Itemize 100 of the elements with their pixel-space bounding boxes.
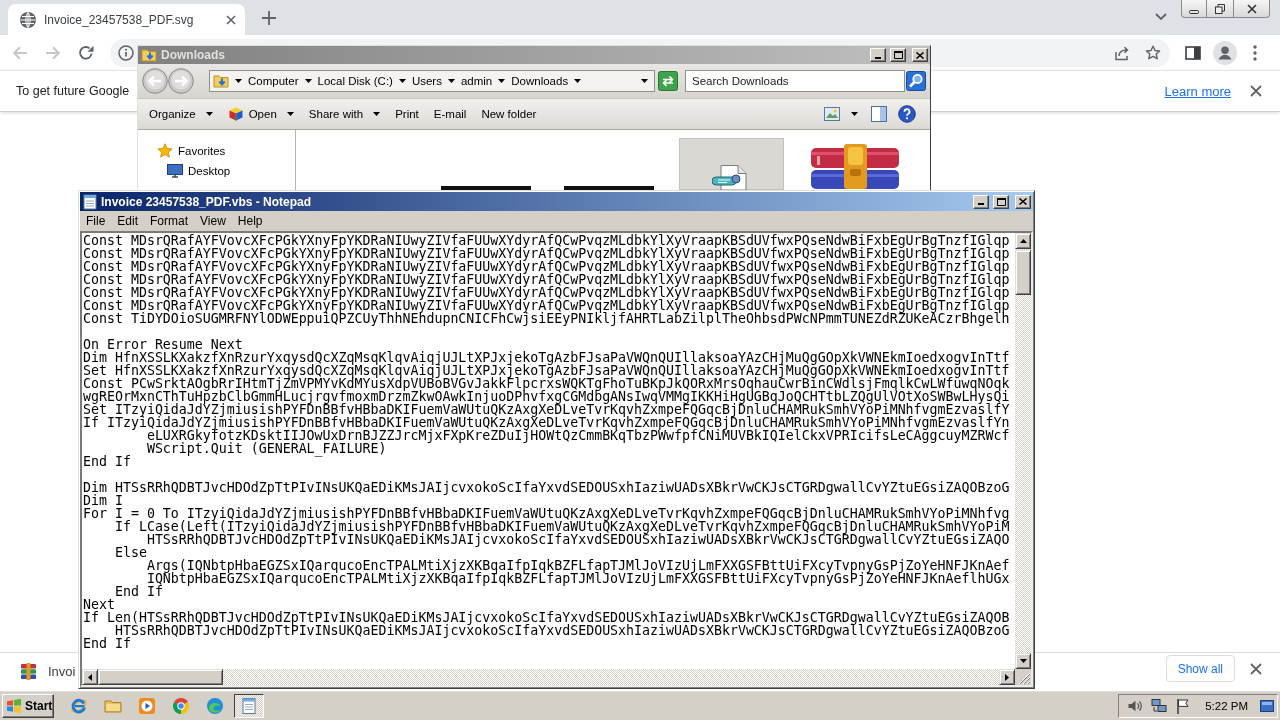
code-line: End If	[83, 637, 131, 650]
browser-tab[interactable]: Invoice_23457538_PDF.svg	[8, 4, 245, 35]
code-line: If Len(HTSsRRhQDBTJvcHDOdZpTtPIvINsUKQaEDiKMsJAIjcvxokoScIfaYxvdSEDOUSxhIaziwUADsXBkrVwCKJsCTGRDgwallCvYZtuEGsiZAQOB	[83, 611, 1010, 624]
restore-icon	[1215, 3, 1225, 14]
restore-button[interactable]	[1207, 0, 1234, 18]
code-line: IQNbtpHbaEGZSxIQarqucoEncTPALMtiXjzXKBqaIfpIqkBZFLfapTJMlJoVIzUjLmFXXGSFBttUiFXcyTvpnyGsPjZoYeHNFJKnAeflhUGx	[145, 572, 1010, 585]
scroll-left-button[interactable]	[82, 669, 98, 685]
reload-icon[interactable]	[78, 44, 94, 61]
download-item[interactable]: Invoi	[20, 663, 76, 680]
clock[interactable]: 5:22 PM	[1205, 699, 1248, 712]
chrome-icon	[172, 696, 190, 715]
breadcrumb-item[interactable]: admin	[460, 75, 493, 87]
window-title: Invoice 23457538_PDF.vbs - Notepad	[101, 194, 312, 209]
search-icon[interactable]	[906, 71, 926, 91]
menu-item[interactable]: Help	[231, 212, 269, 230]
notepad-icon	[240, 696, 258, 715]
star-icon[interactable]	[1145, 44, 1161, 61]
scroll-thumb[interactable]	[1015, 250, 1031, 295]
caret-icon[interactable]	[235, 79, 242, 83]
close-button[interactable]	[1234, 0, 1270, 18]
toolbar-button[interactable]: Share with	[308, 108, 381, 120]
code-line: Args(IQNbtpHbaEGZSxIQarqucoEncTPALMtiXjzXKBqaIfpIqkBZFLfapTJMlJoVIzUjLmFXXGSFBttUiFXcyTvpnyGsPjZoYeHNFJKnAef	[145, 559, 1010, 572]
caret-icon[interactable]	[398, 79, 406, 83]
star-icon	[157, 143, 173, 159]
toolbar-button[interactable]: E-mail	[433, 108, 467, 120]
close-icon	[1246, 3, 1257, 14]
toolbar-button[interactable]: New folder	[481, 108, 537, 120]
flag-icon[interactable]	[1175, 697, 1192, 714]
maximize-button[interactable]	[993, 194, 1009, 209]
start-button[interactable]: Start	[2, 693, 54, 718]
caret-icon[interactable]	[498, 79, 506, 83]
triangle-left-icon	[88, 673, 92, 681]
code-line: HTSsRRhQDBTJvcHDOdZpTtPIvINsUKQaEDiKMsJAIjcvxokoScIfaYxvdSEDOUSxhIaziwUADsXBkrVwCKJsCTGRDgwallCvYZtuEGsiZAQO	[146, 533, 1010, 546]
horizontal-scrollbar[interactable]	[82, 669, 1015, 685]
close-icon[interactable]	[1250, 85, 1262, 97]
breadcrumb-item[interactable]: Downloads	[511, 75, 569, 87]
folder-icon	[213, 73, 229, 89]
caret-icon[interactable]	[641, 79, 648, 83]
chevron-down-icon[interactable]	[1155, 13, 1167, 21]
toolbar-button[interactable]: Print	[395, 108, 419, 120]
side-panel-icon[interactable]	[1185, 44, 1201, 61]
triangle-up-icon	[1019, 239, 1027, 243]
scroll-down-button[interactable]	[1015, 653, 1031, 669]
menu-item[interactable]: View	[194, 212, 232, 230]
close-icon	[1019, 198, 1027, 205]
cube-icon	[227, 106, 244, 122]
code-line: For I = 0 To ITzyiQidaJdYZjmiusishPYFDnBBfvHBbaDKIFuemVaWUtuQKzAxgXeDLveTvrKqvhZxmpeFQGqcBjDnluCHAMRukSmhVYoPiMNhfvg	[83, 507, 1010, 520]
archive-icon	[808, 144, 901, 189]
close-icon[interactable]	[1250, 662, 1262, 675]
code-line: Dim HTSsRRhQDBTJvcHDOdZpTtPIvINsUKQaEDiKMsJAIjcvxokoScIfaYxvdSEDOUSxhIaziwUADsXBkrVwCKJsCTGRDgwallCvYZtuEGsiZAQOBzoG	[83, 481, 1010, 494]
info-icon[interactable]	[118, 44, 134, 61]
breadcrumb-item[interactable]: Computer	[248, 75, 299, 87]
minimize-button[interactable]	[1181, 0, 1207, 18]
code-line: Else	[113, 546, 147, 559]
scroll-right-button[interactable]	[999, 669, 1015, 685]
learn-more-link[interactable]: Learn more	[1164, 83, 1231, 99]
menu-item[interactable]: File	[80, 212, 112, 230]
address-bar[interactable]: Computer Local Disk (C:) Users admin Downloads	[209, 70, 655, 92]
vertical-scrollbar[interactable]	[1015, 233, 1031, 669]
nav-item[interactable]: Favorites	[157, 141, 226, 161]
caret-icon[interactable]	[447, 79, 455, 83]
help-icon[interactable]	[898, 105, 916, 123]
triangle-right-icon	[1005, 673, 1009, 681]
menu-item[interactable]: Edit	[111, 212, 145, 230]
infobar-message: To get future Google	[16, 84, 130, 98]
code-line: End If	[83, 455, 131, 468]
menu-icon[interactable]	[1253, 44, 1257, 61]
plus-icon[interactable]	[262, 11, 276, 25]
archive-icon	[20, 663, 37, 680]
avatar-icon[interactable]	[1213, 40, 1237, 65]
code-line: If ITzyiQidaJdYZjmiusishPYFDnBBfvHBbaDKIFuemVaWUtuQKzAxgXeDLveTvrKqvhZxmpeFQGqcBjDnluCHAMRukSmhVYoPiMNhfvgmEzvaslfYn	[83, 416, 1010, 429]
media-player-icon	[138, 696, 156, 715]
scroll-up-button[interactable]	[1015, 233, 1031, 249]
show-desktop-icon[interactable]	[1260, 699, 1274, 712]
share-icon[interactable]	[1114, 44, 1130, 61]
search-field[interactable]: Search Downloads	[685, 70, 905, 92]
code-line: eLUXRGkyfotzKDsktIIJOwUxDrnBJZZJrcMjxFXpKreZDuIjHOWtQzCmmBKqTbzPWwfpfCNiMUVBkIQIelCkxVPRIcifsLeCAggcuyMZRWcf	[146, 429, 1010, 442]
caret-icon[interactable]	[304, 79, 312, 83]
menu-item[interactable]: Format	[144, 212, 195, 230]
view-icon[interactable]	[824, 106, 840, 122]
taskbar-button[interactable]	[234, 693, 264, 718]
network-icon[interactable]	[1151, 697, 1168, 714]
toolbar-button[interactable]: Organize	[149, 108, 213, 120]
breadcrumb-item[interactable]: Local Disk (C:)	[317, 75, 393, 87]
code-line: Const TiDYDOioSUGMRFNYlODWEppuiQPZCUyThhNEhdupnCNICFhCwjsiEEyPNIkljfAHRTLabZilplTheOhbsdPWcNPmmTUNEZdRZUKeACzrBhgelh	[83, 312, 1010, 325]
caret-icon[interactable]	[574, 79, 582, 83]
code-line: Set ITzyiQidaJdYZjmiusishPYFDnBBfvHBbaDKIFuemVaWUtuQKzAxgXeDLveTvrKqvhZxmpeFQGqcBjDnluCHAMRukSmhVYoPiMNhfvgmEzvaslfY	[83, 403, 1010, 416]
window-title: Downloads	[161, 48, 225, 62]
scroll-thumb[interactable]	[98, 669, 223, 685]
refresh-icon[interactable]	[658, 71, 678, 91]
breadcrumb-item[interactable]: Users	[411, 75, 442, 87]
nav-item[interactable]: Desktop	[167, 161, 231, 181]
show-all-button[interactable]: Show all	[1165, 655, 1235, 682]
code-line: Next	[83, 598, 115, 611]
notepad-icon	[83, 193, 97, 210]
code-line: Const MDsrQRafAYFVovcXFcPGkYXnyFpYKDRaNIUwyZIVfaFUUwXYdyrAfQCwPvqzMLdbkYlXyVraapKBSdUVfwxPQseNdwBiFxbEgUrBgTnzfIGlqp	[83, 273, 1010, 286]
code-line: Set HfnXSSLKXakzfXnRzurYxqysdQcXZqMsqKlqvAiqjUJLtXPJxjekoTgAzbFJsaPaVWQnQUIllaksoaYAzCHjMuQgGOpXkVWNEkmIoedxogvInTtf	[83, 364, 1010, 377]
toolbar-button[interactable]: Open	[227, 106, 294, 122]
preview-pane-icon[interactable]	[871, 106, 887, 122]
close-icon[interactable]	[226, 14, 236, 25]
